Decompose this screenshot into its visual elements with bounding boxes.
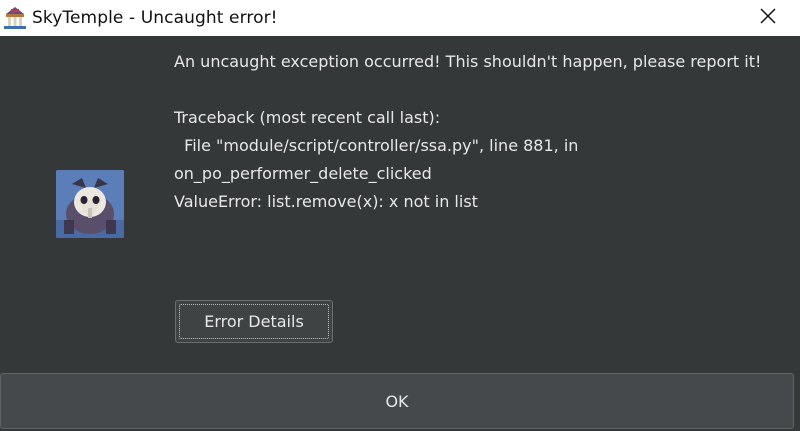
window-title: SkyTemple - Uncaught error! [32,8,278,28]
error-summary: An uncaught exception occurred! This sho… [174,52,762,71]
error-details-button[interactable]: Error Details [175,300,333,343]
error-dialog-window: SkyTemple - Uncaught error! An uncaught … [0,0,800,431]
traceback-function: on_po_performer_delete_clicked [174,164,432,183]
dialog-content: An uncaught exception occurred! This sho… [0,36,800,373]
traceback-file: File "module/script/controller/ssa.py", … [174,136,579,155]
close-button[interactable] [736,0,800,36]
ok-button[interactable]: OK [0,373,794,429]
skytemple-logo-icon [2,6,28,30]
pokemon-portrait-avatar [56,170,124,238]
title-bar: SkyTemple - Uncaught error! [0,0,800,36]
traceback-error: ValueError: list.remove(x): x not in lis… [174,192,478,211]
error-message: An uncaught exception occurred! This sho… [174,48,774,216]
traceback-header: Traceback (most recent call last): [174,108,441,127]
dialog-footer: OK [0,373,800,431]
close-icon [760,8,776,28]
